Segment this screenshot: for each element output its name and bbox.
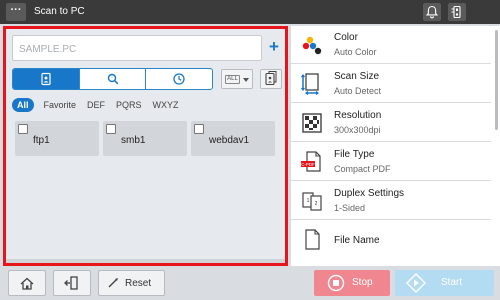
svg-text:1: 1 xyxy=(307,198,310,204)
index-dropdown[interactable]: ALL xyxy=(221,69,253,89)
setting-duplex[interactable]: 1 2 Duplex Settings 1-Sided xyxy=(291,182,491,220)
dropdown-selected: ALL xyxy=(225,75,240,84)
index-filter-row: All Favorite DEF PQRS WXYZ xyxy=(12,97,190,113)
resolution-icon xyxy=(302,113,322,133)
status-icon[interactable] xyxy=(448,3,466,21)
address-book-panel: + ALL xyxy=(3,26,288,266)
start-button[interactable]: Start xyxy=(395,270,494,296)
stop-button[interactable]: Stop xyxy=(314,270,390,296)
filter-favorite[interactable]: Favorite xyxy=(44,100,77,110)
setting-value: Auto Detect xyxy=(334,86,382,96)
setting-color[interactable]: Color Auto Color xyxy=(291,26,491,64)
setting-scan-size[interactable]: Scan Size Auto Detect xyxy=(291,65,491,103)
home-icon xyxy=(20,277,34,290)
address-register-icon xyxy=(265,71,277,86)
filter-def[interactable]: DEF xyxy=(87,100,105,110)
top-bar: ··· Scan to PC xyxy=(0,0,500,24)
settings-scrollbar[interactable] xyxy=(495,30,498,130)
more-dots-icon[interactable]: ··· xyxy=(6,3,26,21)
filter-wxyz[interactable]: WXYZ xyxy=(153,100,179,110)
setting-file-name[interactable]: File Name xyxy=(291,221,491,259)
bell-icon[interactable] xyxy=(423,3,441,21)
clock-icon xyxy=(173,73,185,85)
color-icon xyxy=(302,36,322,55)
plus-icon[interactable]: + xyxy=(264,35,284,61)
setting-value: Auto Color xyxy=(334,47,377,57)
setting-value: 300x300dpi xyxy=(334,125,381,135)
destination-search-box[interactable] xyxy=(12,35,262,61)
setting-file-type[interactable]: C-PDF File Type Compact PDF xyxy=(291,143,491,181)
destination-checkbox[interactable] xyxy=(18,124,28,134)
tab-history[interactable] xyxy=(146,69,212,89)
destination-button[interactable]: webdav1 xyxy=(191,121,275,156)
stop-label: Stop xyxy=(352,277,373,288)
setting-label: Duplex Settings xyxy=(334,188,405,199)
panel-divider xyxy=(6,259,285,263)
chevron-down-icon xyxy=(243,78,249,82)
setting-label: Scan Size xyxy=(334,71,380,82)
duplex-icon: 1 2 xyxy=(302,192,322,211)
filter-pqrs[interactable]: PQRS xyxy=(116,100,142,110)
exit-icon xyxy=(64,276,78,290)
file-icon xyxy=(305,229,320,250)
settings-panel: Color Auto Color Scan Size Auto Detect R… xyxy=(291,26,500,266)
destination-search-input[interactable] xyxy=(19,42,259,56)
filter-all[interactable]: All xyxy=(12,98,34,112)
stop-icon xyxy=(327,274,345,292)
view-tabs xyxy=(12,68,213,90)
destination-checkbox[interactable] xyxy=(194,124,204,134)
setting-label: Color xyxy=(334,32,358,43)
tab-search[interactable] xyxy=(80,69,147,89)
reset-icon xyxy=(108,278,118,288)
register-destination-button[interactable] xyxy=(260,69,282,89)
destination-button[interactable]: smb1 xyxy=(103,121,187,156)
setting-resolution[interactable]: Resolution 300x300dpi xyxy=(291,104,491,142)
start-icon xyxy=(406,273,426,293)
reset-button[interactable]: Reset xyxy=(98,270,165,296)
reset-label: Reset xyxy=(125,278,152,289)
tab-address-book[interactable] xyxy=(13,69,80,89)
file-type-badge: C-PDF xyxy=(301,162,315,167)
start-label: Start xyxy=(441,277,463,288)
bottom-bar: Reset Stop Start xyxy=(0,266,500,300)
setting-value: 1-Sided xyxy=(334,203,366,213)
destination-name: ftp1 xyxy=(33,135,50,146)
address-book-icon xyxy=(41,72,51,86)
home-button[interactable] xyxy=(8,270,46,296)
scan-size-icon xyxy=(301,73,319,95)
setting-label: File Type xyxy=(334,149,375,160)
setting-label: Resolution xyxy=(334,110,382,121)
destination-name: webdav1 xyxy=(209,135,250,146)
pdf-file-icon: C-PDF xyxy=(301,151,321,172)
back-button[interactable] xyxy=(53,270,91,296)
destination-button[interactable]: ftp1 xyxy=(15,121,99,156)
destination-name: smb1 xyxy=(121,135,146,146)
svg-text:2: 2 xyxy=(315,201,318,207)
destination-checkbox[interactable] xyxy=(106,124,116,134)
screen-title: Scan to PC xyxy=(34,6,85,17)
setting-value: Compact PDF xyxy=(334,164,391,174)
setting-label: File Name xyxy=(334,235,380,246)
search-icon xyxy=(107,73,118,85)
